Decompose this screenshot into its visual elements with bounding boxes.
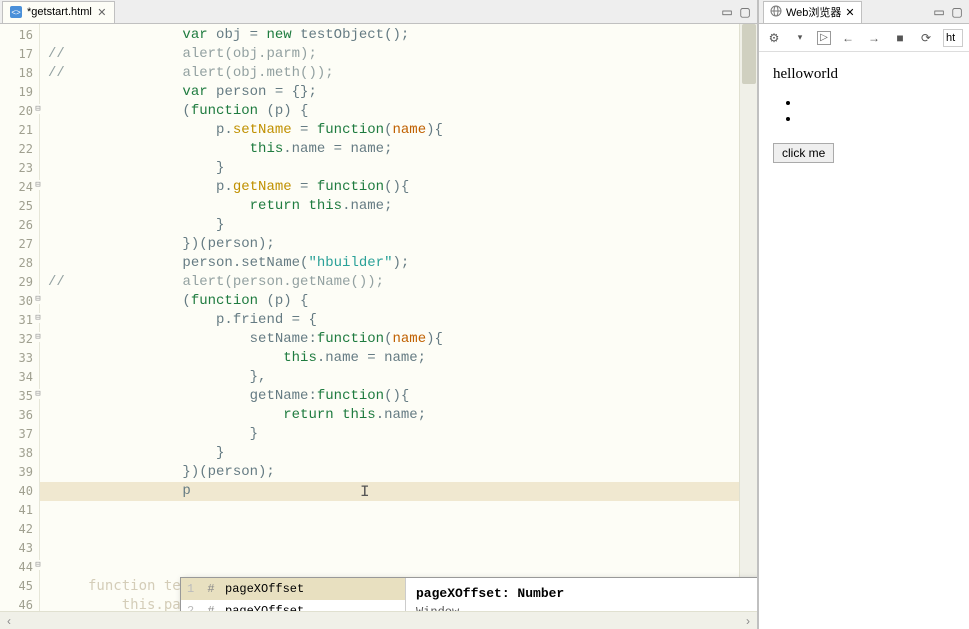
editor-pane: <> *getstart.html ✕ ▭ ▢ 16 17 18 19 20 2…	[0, 0, 758, 629]
globe-icon	[770, 5, 782, 20]
browser-content: helloworld click me	[759, 52, 969, 629]
maximize-icon[interactable]: ▢	[737, 4, 753, 20]
scrollbar-thumb[interactable]	[742, 24, 756, 84]
run-icon[interactable]: ▷	[817, 31, 831, 45]
line-number: 41	[0, 501, 39, 520]
line-number: 26	[0, 216, 39, 235]
page-text: helloworld	[773, 66, 955, 83]
minimize-icon[interactable]: ▭	[719, 4, 735, 20]
horizontal-scrollbar[interactable]: ‹ ›	[0, 611, 757, 629]
gear-icon[interactable]: ⚙	[765, 29, 783, 47]
autocomplete-doc: pageXOffset: Number Window 9+ Gets the n…	[406, 578, 757, 611]
editor-tab-title: *getstart.html	[27, 6, 92, 18]
editor-tab[interactable]: <> *getstart.html ✕	[2, 1, 115, 23]
line-number: 40	[0, 482, 39, 501]
line-number: 29	[0, 273, 39, 292]
code-lines[interactable]: var obj = new testObject(); // alert(obj…	[40, 24, 739, 611]
line-number: 19	[0, 83, 39, 102]
browser-tabbar: Web浏览器 ✕ ▭ ▢	[759, 0, 969, 24]
line-number: 39	[0, 463, 39, 482]
code-area[interactable]: 16 17 18 19 20 21 22 23 24 25 26 27 28 2…	[0, 24, 757, 611]
line-number: 16	[0, 26, 39, 45]
line-number[interactable]: 30	[0, 292, 39, 311]
close-icon[interactable]: ✕	[96, 6, 108, 18]
line-number: 42	[0, 520, 39, 539]
maximize-icon[interactable]: ▢	[949, 4, 965, 20]
line-number: 27	[0, 235, 39, 254]
line-number: 17	[0, 45, 39, 64]
scroll-left-icon[interactable]: ‹	[0, 612, 18, 629]
back-icon[interactable]: ←	[839, 29, 857, 47]
line-number: 22	[0, 140, 39, 159]
line-number: 18	[0, 64, 39, 83]
line-number: 43	[0, 539, 39, 558]
page-list	[801, 95, 955, 127]
gutter: 16 17 18 19 20 21 22 23 24 25 26 27 28 2…	[0, 24, 40, 611]
line-number: 21	[0, 121, 39, 140]
editor-tabbar: <> *getstart.html ✕ ▭ ▢	[0, 0, 757, 24]
line-number[interactable]: 20	[0, 102, 39, 121]
close-icon[interactable]: ✕	[845, 6, 854, 19]
line-number[interactable]: 44	[0, 558, 39, 577]
forward-icon[interactable]: →	[865, 29, 883, 47]
autocomplete-item[interactable]: 2#pageYOffset	[181, 600, 405, 611]
line-number: 34	[0, 368, 39, 387]
browser-tab-title: Web浏览器	[786, 4, 841, 20]
line-number: 33	[0, 349, 39, 368]
line-number[interactable]: 31	[0, 311, 39, 330]
line-number: 23	[0, 159, 39, 178]
autocomplete-list[interactable]: 1#pageXOffset 2#pageYOffset 3Oparent 4Op…	[181, 578, 406, 611]
click-me-button[interactable]: click me	[773, 143, 834, 163]
line-number[interactable]: 32	[0, 330, 39, 349]
text-cursor-icon: I	[360, 483, 370, 501]
doc-title: pageXOffset: Number	[416, 586, 757, 601]
editor-tab-tools: ▭ ▢	[719, 4, 757, 20]
line-number: 38	[0, 444, 39, 463]
autocomplete-popup: 1#pageXOffset 2#pageYOffset 3Oparent 4Op…	[180, 577, 757, 611]
html-file-icon: <>	[9, 5, 23, 19]
browser-toolbar: ⚙ ▾ ▷ ← → ■ ⟳	[759, 24, 969, 52]
line-number: 25	[0, 197, 39, 216]
list-item	[801, 111, 955, 127]
stop-icon[interactable]: ■	[891, 29, 909, 47]
line-number[interactable]: 35	[0, 387, 39, 406]
line-number: 37	[0, 425, 39, 444]
list-item	[801, 95, 955, 111]
line-number: 45	[0, 577, 39, 596]
scroll-right-icon[interactable]: ›	[739, 612, 757, 629]
line-number: 36	[0, 406, 39, 425]
browser-pane: Web浏览器 ✕ ▭ ▢ ⚙ ▾ ▷ ← → ■ ⟳ helloworld cl…	[758, 0, 969, 629]
browser-tab-tools: ▭ ▢	[931, 4, 969, 20]
line-number: 28	[0, 254, 39, 273]
line-number[interactable]: 24	[0, 178, 39, 197]
autocomplete-item[interactable]: 1#pageXOffset	[181, 578, 405, 600]
vertical-scrollbar[interactable]	[739, 24, 757, 611]
browser-tab[interactable]: Web浏览器 ✕	[763, 1, 862, 23]
svg-text:<>: <>	[11, 8, 21, 17]
dropdown-icon[interactable]: ▾	[791, 29, 809, 47]
minimize-icon[interactable]: ▭	[931, 4, 947, 20]
line-number: 46	[0, 596, 39, 611]
doc-subtitle: Window	[416, 605, 757, 611]
reload-icon[interactable]: ⟳	[917, 29, 935, 47]
address-input[interactable]	[943, 29, 963, 47]
